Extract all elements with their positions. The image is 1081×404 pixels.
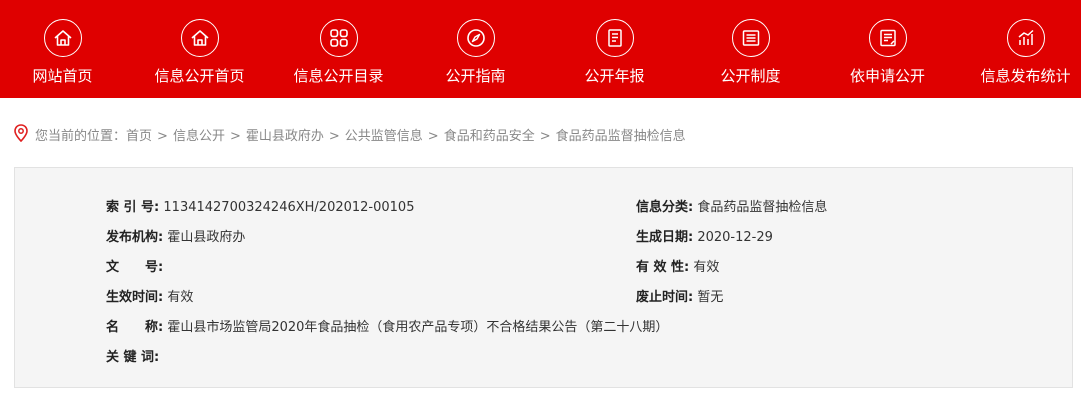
document-number-row: 文 号: bbox=[106, 256, 163, 275]
breadcrumb-item-info-public[interactable]: 信息公开 bbox=[173, 129, 225, 144]
nav-item-statistics[interactable]: 信息发布统计 bbox=[957, 0, 1081, 98]
nav-item-info-home[interactable]: 信息公开首页 bbox=[131, 0, 268, 98]
keywords-label: 关 键 词: bbox=[106, 350, 160, 365]
nav-item-apply[interactable]: 依申请公开 bbox=[819, 0, 956, 98]
document-number-label: 文 号: bbox=[106, 260, 164, 275]
nav-item-label: 信息公开目录 bbox=[293, 67, 384, 85]
category-row: 信息分类: 食品药品监督抽检信息 bbox=[636, 196, 827, 215]
validity-value: 有效 bbox=[693, 260, 720, 275]
breadcrumb-item-food-drug-safety[interactable]: 食品和药品安全 bbox=[444, 129, 535, 144]
nav-item-system[interactable]: 公开制度 bbox=[682, 0, 819, 98]
index-number-value: 1134142700324246XH/202012-00105 bbox=[163, 200, 415, 215]
effective-time-row: 生效时间: 有效 bbox=[106, 286, 193, 305]
nav-item-home[interactable]: 网站首页 bbox=[0, 0, 131, 98]
category-label: 信息分类: bbox=[636, 200, 694, 215]
top-nav: 网站首页 信息公开首页 信息公开目录 公开指南 公开年报 公开制度 依申请公开 … bbox=[0, 0, 1081, 98]
category-value: 食品药品监督抽检信息 bbox=[697, 200, 828, 215]
index-number-label: 索 引 号: bbox=[106, 200, 160, 215]
expire-time-value: 暂无 bbox=[697, 290, 724, 305]
title-row: 名 称: 霍山县市场监管局2020年食品抽检（食用农产品专项）不合格结果公告（第… bbox=[106, 316, 668, 335]
index-number-row: 索 引 号: 1134142700324246XH/202012-00105 bbox=[106, 196, 414, 215]
effective-time-value: 有效 bbox=[167, 290, 194, 305]
list-icon bbox=[731, 19, 770, 57]
nav-item-label: 网站首页 bbox=[32, 67, 93, 85]
validity-label: 有 效 性: bbox=[636, 260, 690, 275]
nav-item-label: 公开指南 bbox=[445, 67, 506, 85]
date-row: 生成日期: 2020-12-29 bbox=[636, 226, 773, 245]
nav-item-label: 信息公开首页 bbox=[154, 67, 245, 85]
date-value: 2020-12-29 bbox=[697, 230, 773, 245]
form-icon bbox=[868, 19, 907, 57]
chart-icon bbox=[1006, 19, 1045, 57]
document-icon bbox=[595, 19, 634, 57]
breadcrumb-prefix: 您当前的位置： bbox=[35, 129, 127, 144]
home-icon bbox=[43, 19, 82, 57]
compass-icon bbox=[456, 19, 495, 57]
nav-item-annual-report[interactable]: 公开年报 bbox=[546, 0, 683, 98]
info-box: 索 引 号: 1134142700324246XH/202012-00105 信… bbox=[14, 167, 1073, 388]
nav-item-label: 公开制度 bbox=[720, 67, 781, 85]
title-label: 名 称: bbox=[106, 320, 164, 335]
expire-time-row: 废止时间: 暂无 bbox=[636, 286, 723, 305]
nav-item-guide[interactable]: 公开指南 bbox=[407, 0, 544, 98]
nav-item-label: 信息发布统计 bbox=[980, 67, 1071, 85]
breadcrumb-item-public-supervision[interactable]: 公共监管信息 bbox=[345, 129, 423, 144]
date-label: 生成日期: bbox=[636, 230, 694, 245]
effective-time-label: 生效时间: bbox=[106, 290, 164, 305]
grid-icon bbox=[319, 19, 358, 57]
breadcrumb-item-government-office[interactable]: 霍山县政府办 bbox=[246, 129, 324, 144]
home-icon bbox=[180, 19, 219, 57]
validity-row: 有 效 性: 有效 bbox=[636, 256, 719, 275]
expire-time-label: 废止时间: bbox=[636, 290, 694, 305]
breadcrumb-item-home[interactable]: 首页 bbox=[126, 129, 152, 144]
nav-item-label: 依申请公开 bbox=[849, 67, 925, 85]
nav-item-catalog[interactable]: 信息公开目录 bbox=[270, 0, 407, 98]
keywords-row: 关 键 词: bbox=[106, 346, 159, 365]
publisher-label: 发布机构: bbox=[106, 230, 164, 245]
location-pin-icon bbox=[13, 124, 29, 146]
breadcrumb-item-inspection-info[interactable]: 食品药品监督抽检信息 bbox=[556, 129, 686, 144]
publisher-value: 霍山县政府办 bbox=[167, 230, 246, 245]
title-value: 霍山县市场监管局2020年食品抽检（食用农产品专项）不合格结果公告（第二十八期） bbox=[167, 320, 669, 335]
nav-item-label: 公开年报 bbox=[584, 67, 645, 85]
publisher-row: 发布机构: 霍山县政府办 bbox=[106, 226, 245, 245]
